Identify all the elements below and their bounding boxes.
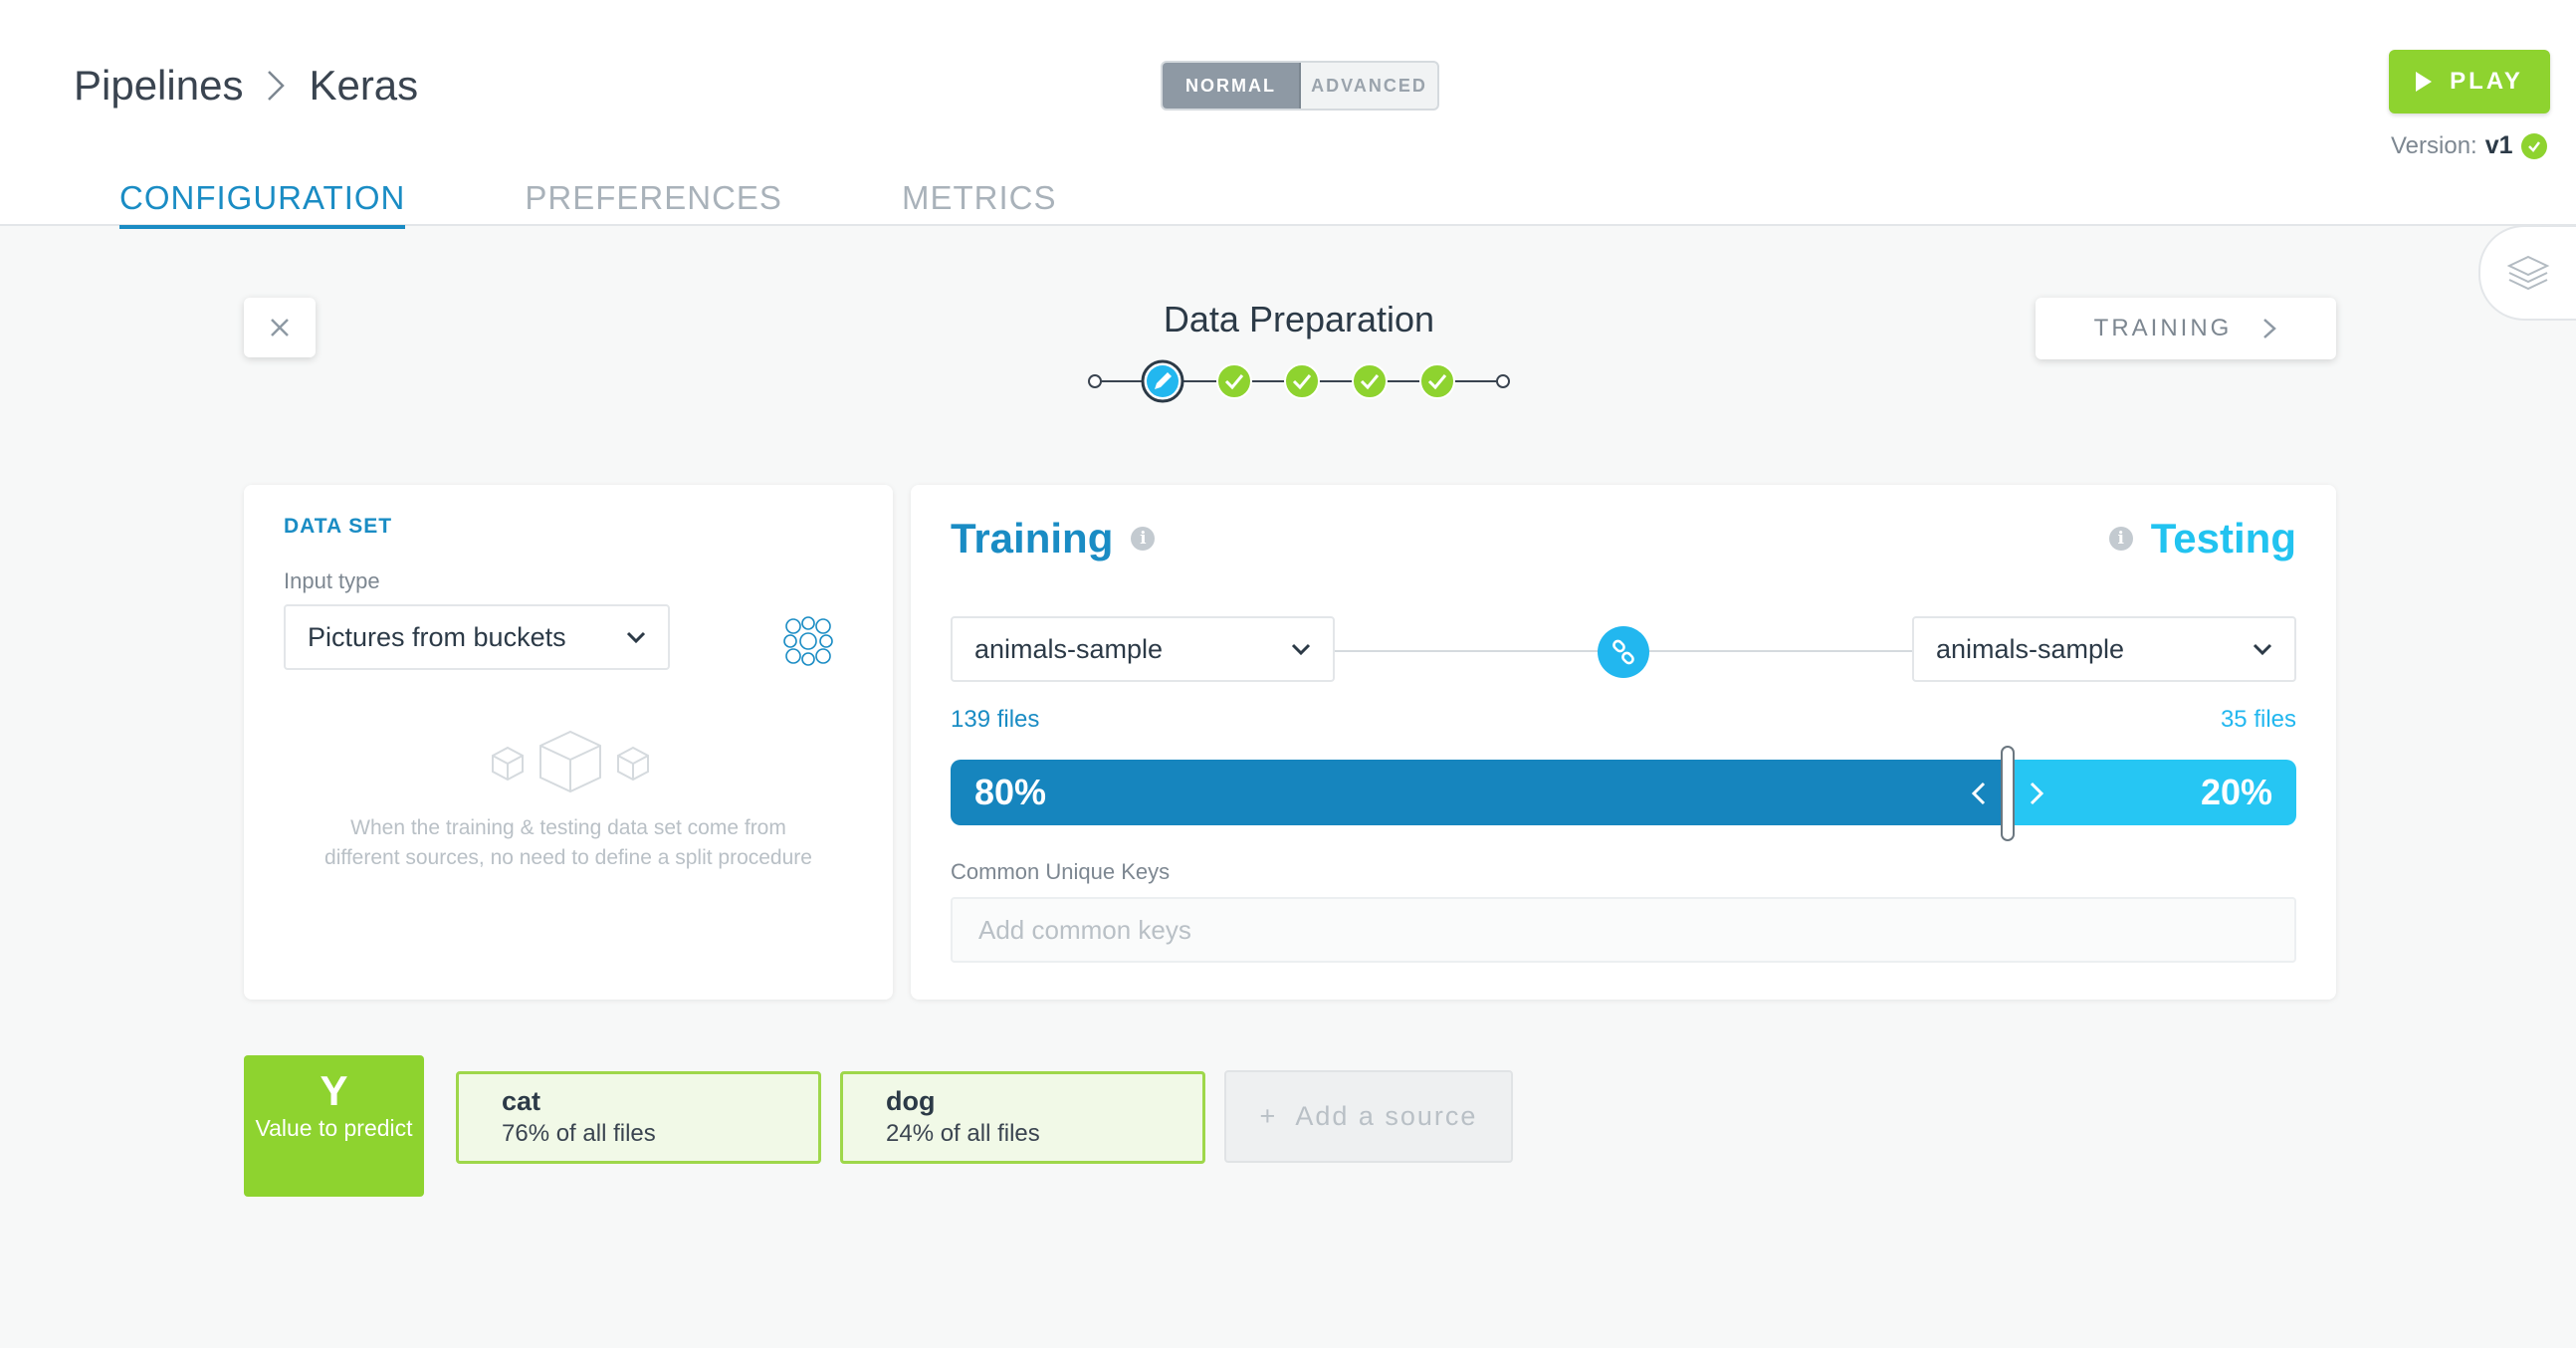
step-done-3 — [1352, 363, 1388, 399]
common-keys-placeholder: Add common keys — [978, 914, 1191, 945]
next-step-label: TRAINING — [2093, 315, 2233, 341]
tab-bar: CONFIGURATION PREFERENCES METRICS — [119, 179, 1176, 229]
breadcrumb-current: Keras — [309, 62, 419, 109]
step-start-dot — [1088, 374, 1102, 388]
testing-split-segment: 20% — [2004, 760, 2296, 825]
check-icon — [2520, 132, 2547, 159]
chevron-down-icon — [626, 631, 646, 644]
input-type-value: Pictures from buckets — [308, 621, 566, 652]
version-label: Version: — [2391, 131, 2477, 159]
info-icon[interactable]: i — [2108, 527, 2133, 551]
testing-pct: 20% — [2200, 772, 2272, 812]
common-keys-label: Common Unique Keys — [951, 859, 1171, 884]
add-source-button[interactable]: + Add a source — [1224, 1070, 1513, 1163]
training-pct: 80% — [974, 772, 1047, 812]
testing-title: Testing — [2150, 515, 2296, 562]
play-icon — [2416, 72, 2433, 92]
step-done-2 — [1284, 363, 1320, 399]
testing-source-select[interactable]: animals-sample — [1912, 616, 2296, 682]
class-name: cat — [502, 1086, 541, 1116]
target-letter: Y — [320, 1067, 348, 1114]
step-progress — [1088, 359, 1510, 403]
cubes-icon — [492, 730, 649, 793]
chevron-left-icon[interactable] — [1971, 781, 1987, 806]
close-button[interactable] — [244, 298, 316, 357]
class-card-dog[interactable]: dog 24% of all files — [840, 1071, 1205, 1164]
dataset-card: DATA SET Input type Pictures from bucket… — [244, 485, 893, 1000]
add-source-label: Add a source — [1295, 1101, 1478, 1131]
step-end-dot — [1496, 374, 1510, 388]
target-value-box: Y Value to predict — [244, 1055, 424, 1197]
input-type-select[interactable]: Pictures from buckets — [284, 604, 670, 670]
testing-source-value: animals-sample — [1936, 633, 2125, 664]
link-sources-button[interactable] — [1598, 626, 1649, 678]
input-type-label: Input type — [284, 568, 380, 593]
layers-icon — [2506, 255, 2550, 291]
chevron-down-icon — [1291, 643, 1311, 656]
split-drag-handle[interactable] — [2001, 746, 2015, 841]
play-label: PLAY — [2450, 68, 2523, 95]
training-file-count: 139 files — [951, 706, 1040, 733]
testing-file-count: 35 files — [2220, 706, 2296, 733]
mode-toggle[interactable]: NORMAL ADVANCED — [1161, 61, 1439, 111]
close-icon — [271, 319, 289, 337]
tab-metrics[interactable]: METRICS — [902, 179, 1057, 229]
breadcrumb: Pipelines Keras — [74, 62, 418, 110]
next-step-training-button[interactable]: TRAINING — [2036, 298, 2336, 359]
class-share: 76% of all files — [502, 1120, 656, 1147]
play-button[interactable]: PLAY — [2389, 50, 2550, 113]
training-source-value: animals-sample — [974, 633, 1164, 664]
training-title: Training — [951, 515, 1114, 562]
dataset-section-label: DATA SET — [284, 515, 393, 538]
link-icon — [1612, 639, 1634, 665]
plus-icon: + — [1259, 1101, 1278, 1131]
tab-preferences[interactable]: PREFERENCES — [525, 179, 782, 229]
step-done-4 — [1419, 363, 1455, 399]
mode-normal-button[interactable]: NORMAL — [1163, 63, 1301, 109]
class-card-cat[interactable]: cat 76% of all files — [456, 1071, 821, 1164]
step-title: Data Preparation — [1163, 299, 1435, 339]
top-bar: Pipelines Keras NORMAL ADVANCED PLAY Ver… — [0, 0, 2576, 229]
chevron-right-icon — [268, 71, 286, 101]
mode-advanced-button[interactable]: ADVANCED — [1301, 63, 1437, 109]
buckets-icon[interactable] — [781, 614, 835, 668]
train-test-split-bar[interactable]: 80% 20% — [951, 760, 2296, 825]
training-split-segment: 80% — [951, 760, 2004, 825]
version-value: v1 — [2484, 131, 2513, 159]
tab-configuration[interactable]: CONFIGURATION — [119, 179, 406, 229]
class-name: dog — [886, 1086, 936, 1116]
version-info: Version: v1 — [2391, 131, 2547, 160]
dataset-hint: When the training & testing data set com… — [324, 816, 812, 869]
chevron-right-icon — [2263, 319, 2277, 338]
chevron-right-icon[interactable] — [2029, 781, 2044, 806]
testing-header: i Testing — [2108, 515, 2296, 562]
target-label: Value to predict — [255, 1115, 413, 1141]
breadcrumb-root[interactable]: Pipelines — [74, 62, 243, 110]
layers-panel-toggle[interactable] — [2478, 225, 2576, 321]
class-share: 24% of all files — [886, 1120, 1040, 1147]
training-source-select[interactable]: animals-sample — [951, 616, 1335, 682]
training-header: Training i — [951, 515, 1156, 562]
chevron-down-icon — [2253, 643, 2272, 656]
step-done-1 — [1216, 363, 1252, 399]
split-card: Training i i Testing animals-sample anim… — [911, 485, 2336, 1000]
info-icon[interactable]: i — [1131, 527, 1156, 551]
common-keys-input[interactable]: Add common keys — [951, 897, 2296, 963]
